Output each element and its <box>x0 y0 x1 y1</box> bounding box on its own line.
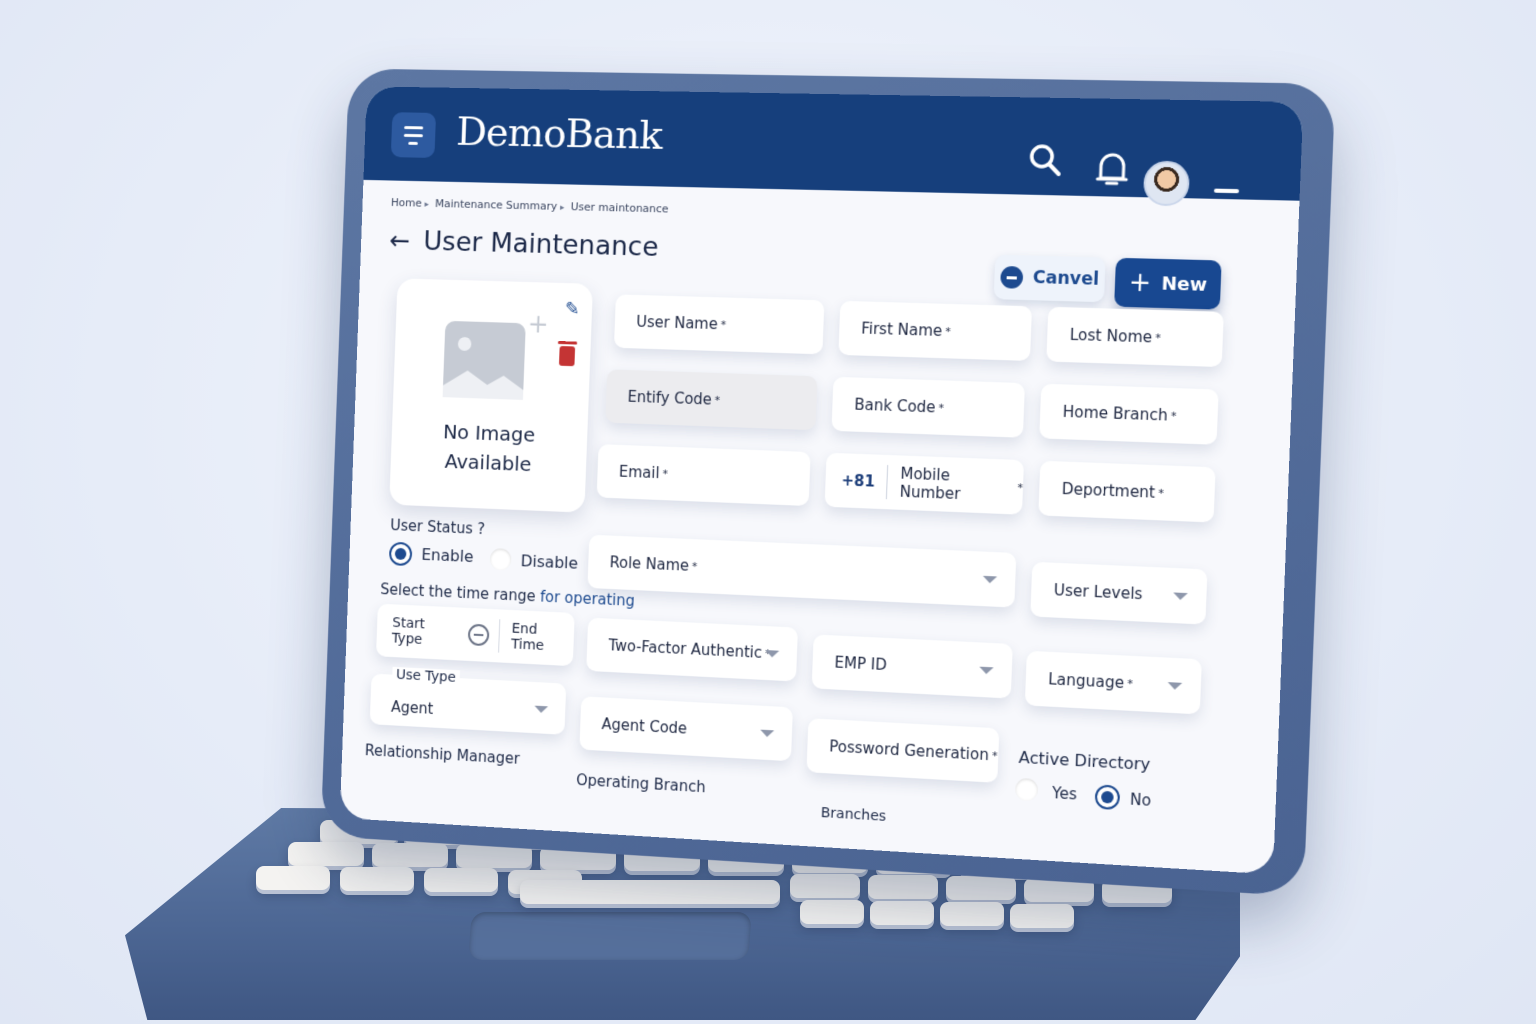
keyboard-key <box>256 866 330 890</box>
page-title: User Maintenance <box>423 226 659 263</box>
breadcrumb-home[interactable]: Home <box>391 196 422 209</box>
new-button[interactable]: + New <box>1114 258 1222 310</box>
edit-pencil-icon[interactable]: ✎ <box>565 299 580 320</box>
home-branch-field[interactable]: Home Branch * <box>1039 384 1219 445</box>
image-placeholder-icon <box>443 321 526 400</box>
active-directory-no-radio[interactable] <box>1095 784 1121 810</box>
relationship-manager-label: Relationship Manager <box>365 741 520 767</box>
enable-label: Enable <box>421 545 474 566</box>
active-directory-no-label: No <box>1130 790 1152 810</box>
emp-id-select[interactable]: EMP ID <box>812 634 1013 698</box>
profile-image-card[interactable]: + ✎ No Image Available <box>389 278 593 512</box>
use-type-select[interactable]: Use Type Agent <box>370 674 567 735</box>
end-time-field[interactable]: End Time <box>511 621 575 656</box>
app-screen: DemoBank Home ▸ Maintenance Summary ▸ User… <box>340 86 1304 874</box>
no-image-text: No Image Available <box>390 415 587 481</box>
user-status-label: User Status ? <box>390 516 485 538</box>
minus-circle-icon <box>1000 266 1023 289</box>
breadcrumb: Home ▸ Maintenance Summary ▸ User maintona… <box>391 196 669 215</box>
breadcrumb-maintenance-summary[interactable]: Maintenance Summary <box>435 197 558 213</box>
top-bar: DemoBank <box>363 86 1303 200</box>
keyboard-key <box>520 880 780 904</box>
new-label: New <box>1161 273 1207 296</box>
email-field[interactable]: Email * <box>597 444 811 506</box>
keyboard-key <box>868 875 938 899</box>
active-directory-label: Active Directory <box>1018 748 1150 774</box>
user-levels-select[interactable]: User Levels <box>1030 562 1207 625</box>
disable-radio[interactable] <box>490 548 512 571</box>
mobile-number-field[interactable]: +81 Mobile Number * <box>825 453 1025 515</box>
active-directory-yes-label: Yes <box>1052 784 1078 804</box>
two-factor-select[interactable]: Two-Factor Authentic * <box>586 618 798 682</box>
keyboard-key <box>870 901 934 925</box>
password-generation-field[interactable]: Possword Generation * <box>806 718 999 783</box>
keyboard-key <box>1010 904 1074 928</box>
user-name-field[interactable]: User Name * <box>614 294 825 354</box>
last-name-field[interactable]: Lost Nome * <box>1046 307 1224 367</box>
keyboard-key <box>424 868 498 892</box>
menu-icon[interactable] <box>391 112 436 158</box>
add-image-icon[interactable]: + <box>527 310 549 340</box>
entity-code-field: Entify Code * <box>605 369 817 430</box>
country-code[interactable]: +81 <box>841 463 889 499</box>
branches-label: Branches <box>820 805 886 825</box>
operating-branch-label: Operating Branch <box>576 771 706 796</box>
plus-icon: + <box>1128 269 1152 296</box>
user-avatar[interactable] <box>1143 161 1190 207</box>
cancel-label: Canvel <box>1032 268 1099 290</box>
trackpad <box>468 912 751 960</box>
first-name-field[interactable]: First Name * <box>838 301 1032 361</box>
keyboard-key <box>288 842 364 866</box>
keyboard-key <box>800 900 864 924</box>
title-row: ← User Maintenance <box>389 225 659 262</box>
use-type-label: Use Type <box>392 667 460 686</box>
enable-radio[interactable] <box>389 542 413 566</box>
keyboard-key <box>940 902 1004 926</box>
breadcrumb-current: User maintonance <box>571 200 669 215</box>
keyboard-key <box>946 876 1016 900</box>
bell-icon[interactable] <box>1094 149 1131 188</box>
role-name-select[interactable]: Role Name * <box>587 535 1016 608</box>
minimize-icon[interactable] <box>1214 189 1239 194</box>
start-time-field[interactable]: Start Type <box>391 615 459 650</box>
search-icon[interactable] <box>1027 142 1063 177</box>
active-directory-yes-radio[interactable] <box>1015 778 1038 802</box>
department-field[interactable]: Deportment * <box>1038 461 1215 523</box>
back-arrow-icon[interactable]: ← <box>389 226 411 256</box>
cancel-button[interactable]: Canvel <box>994 255 1106 303</box>
language-select[interactable]: Language * <box>1025 651 1202 715</box>
brand-logo: DemoBank <box>455 109 662 158</box>
bank-code-field[interactable]: Bank Code * <box>831 377 1025 438</box>
disable-label: Disable <box>520 551 578 572</box>
agent-code-select[interactable]: Agent Code <box>579 696 793 761</box>
keyboard-key <box>340 867 414 891</box>
range-separator-icon <box>468 624 490 647</box>
keyboard-key <box>790 874 860 898</box>
time-range-picker[interactable]: Start Type End Time <box>376 604 575 667</box>
keyboard-key <box>372 843 448 867</box>
trash-icon[interactable] <box>559 346 575 366</box>
